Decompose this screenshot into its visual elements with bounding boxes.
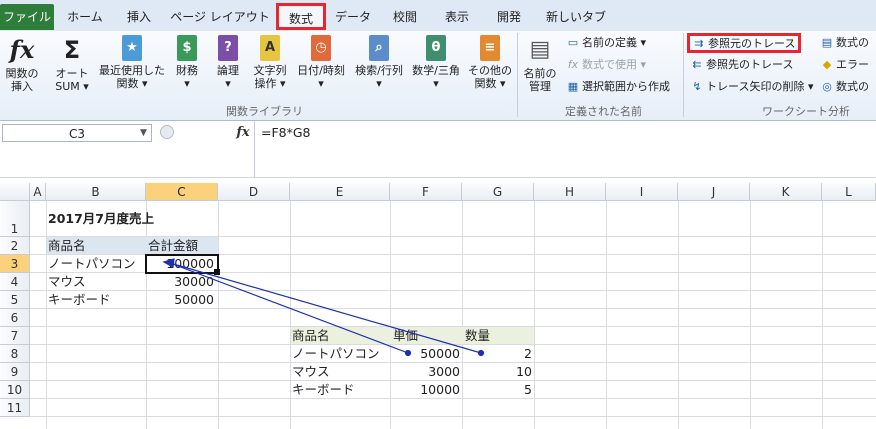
name-box-dropdown-icon[interactable]: ▼ — [140, 124, 152, 142]
lookup-book-icon: ⌕ — [369, 35, 389, 61]
autosum-label: オート SUM ▾ — [55, 67, 89, 93]
sigma-icon: Σ — [63, 36, 81, 64]
name-manager-icon: ▤ — [529, 37, 551, 62]
defined-names-group-label: 定義された名前 — [565, 105, 642, 118]
define-name-label: 名前の定義 ▾ — [582, 36, 647, 49]
ribbon: fx 関数の 挿入 Σ オート SUM ▾ ★ 最近使用した 関数 ▾ $ 財務… — [0, 31, 876, 121]
recent-functions-button[interactable]: ★ 最近使用した 関数 ▾ — [96, 35, 168, 90]
text-functions-button[interactable]: A 文字列 操作 ▾ — [248, 35, 292, 90]
formula-bar: C3 ▼ fx =F8*G8 — [0, 121, 876, 178]
tab-insert[interactable]: 挿入 — [114, 6, 164, 28]
ribbon-separator — [517, 33, 518, 117]
math-label: 数学/三角 ▾ — [412, 64, 460, 90]
trace-arrowhead-icon — [162, 258, 175, 268]
tab-new[interactable]: 新しいタブ — [540, 6, 612, 28]
logical-button[interactable]: ? 論理 ▾ — [212, 35, 244, 90]
remove-arrows-label: トレース矢印の削除 ▾ — [706, 80, 814, 93]
define-name-button[interactable]: ▭ 名前の定義 ▾ — [566, 35, 646, 51]
theta-book-icon: θ — [426, 35, 446, 61]
trace-arrow-f8 — [169, 262, 409, 354]
financial-button[interactable]: $ 財務 ▾ — [170, 35, 204, 90]
evaluate-formula-button[interactable]: ◎ 数式の — [820, 79, 876, 95]
calendar-book-icon: ◷ — [311, 35, 331, 61]
remove-arrows-button[interactable]: ↯ トレース矢印の削除 ▾ — [690, 79, 813, 95]
trace-precedents-label: 参照元のトレース — [708, 37, 796, 50]
worksheet-grid[interactable]: A B C D E F G H I J K L 1 2 3 4 5 6 7 8 … — [0, 183, 876, 429]
use-in-formula-label: 数式で使用 ▾ — [582, 58, 647, 71]
more-books-icon: ≡ — [480, 35, 500, 61]
trace-dot-f8 — [404, 349, 412, 357]
trace-dependents-icon: ⇇ — [692, 58, 702, 71]
ribbon-tab-bar: ファイル ホーム 挿入 ページ レイアウト 数式 データ 校閲 表示 開発 新し… — [0, 0, 876, 32]
logical-label: 論理 ▾ — [217, 64, 239, 90]
formula-bar-splitter[interactable] — [160, 125, 174, 139]
math-button[interactable]: θ 数学/三角 ▾ — [408, 35, 464, 90]
tab-home[interactable]: ホーム — [60, 6, 110, 28]
name-box-value: C3 — [68, 127, 85, 141]
name-manager-button[interactable]: ▤ 名前の 管理 — [520, 35, 560, 93]
use-in-formula-icon: fx — [567, 58, 579, 71]
lookup-label: 検索/行列 ▾ — [355, 64, 403, 90]
create-from-selection-button[interactable]: ▦ 選択範囲から作成 — [566, 79, 670, 95]
recent-functions-label: 最近使用した 関数 ▾ — [99, 64, 165, 90]
tab-formulas[interactable]: 数式 — [276, 3, 326, 30]
lookup-button[interactable]: ⌕ 検索/行列 ▾ — [352, 35, 406, 90]
error-check-label: エラー — [836, 58, 869, 71]
name-manager-label: 名前の 管理 — [523, 67, 557, 93]
tab-page-layout[interactable]: ページ レイアウト — [170, 6, 270, 28]
text-book-icon: A — [260, 35, 280, 61]
financial-book-icon: $ — [177, 35, 197, 61]
evaluate-icon: ◎ — [822, 80, 832, 93]
tab-review[interactable]: 校閲 — [382, 6, 428, 28]
datetime-label: 日付/時刻 ▾ — [297, 64, 345, 90]
trace-precedents-button[interactable]: ⇉ 参照元のトレース — [687, 33, 801, 53]
trace-dependents-button[interactable]: ⇇ 参照先のトレース — [690, 57, 793, 73]
trace-precedents-icon: ⇉ — [694, 37, 704, 50]
error-check-button[interactable]: ◆ エラー — [820, 57, 876, 73]
show-formulas-button[interactable]: ▤ 数式の — [820, 35, 876, 51]
trace-arrow-g8 — [169, 262, 482, 354]
autosum-button[interactable]: Σ オート SUM ▾ — [50, 35, 94, 93]
insert-function-button[interactable]: fx 関数の 挿入 — [2, 35, 42, 93]
define-name-icon: ▭ — [567, 36, 579, 49]
trace-precedent-arrows — [162, 258, 485, 357]
more-functions-label: その他の 関数 ▾ — [468, 64, 512, 90]
evaluate-label: 数式の — [836, 80, 869, 93]
datetime-button[interactable]: ◷ 日付/時刻 ▾ — [294, 35, 348, 90]
insert-function-label: 関数の 挿入 — [5, 67, 39, 93]
financial-label: 財務 ▾ — [176, 64, 198, 90]
tab-developer[interactable]: 開発 — [486, 6, 532, 28]
tab-data[interactable]: データ — [330, 6, 376, 28]
create-from-selection-label: 選択範囲から作成 — [582, 80, 670, 93]
fx-icon: fx — [9, 35, 35, 64]
insert-function-fx-icon[interactable]: fx — [234, 124, 252, 142]
use-in-formula-button[interactable]: fx 数式で使用 ▾ — [566, 57, 646, 73]
function-library-group-label: 関数ライブラリ — [226, 105, 303, 118]
remove-arrows-icon: ↯ — [692, 80, 702, 93]
warning-icon: ◆ — [822, 58, 832, 71]
auditing-group-label: ワークシート分析 — [762, 105, 850, 118]
formula-input[interactable]: =F8*G8 — [254, 121, 876, 177]
text-functions-label: 文字列 操作 ▾ — [253, 64, 287, 90]
show-formulas-label: 数式の — [836, 36, 869, 49]
tab-file[interactable]: ファイル — [0, 4, 54, 30]
trace-dependents-label: 参照先のトレース — [706, 58, 794, 71]
formula-text: =F8*G8 — [261, 125, 311, 140]
name-box[interactable]: C3 — [2, 124, 152, 142]
show-formulas-icon: ▤ — [821, 36, 833, 49]
logical-book-icon: ? — [218, 35, 238, 61]
ribbon-separator — [683, 33, 684, 117]
more-functions-button[interactable]: ≡ その他の 関数 ▾ — [466, 35, 514, 90]
trace-dot-g8 — [477, 349, 485, 357]
tab-view[interactable]: 表示 — [434, 6, 480, 28]
recent-book-icon: ★ — [122, 35, 142, 61]
create-from-selection-icon: ▦ — [567, 80, 579, 93]
